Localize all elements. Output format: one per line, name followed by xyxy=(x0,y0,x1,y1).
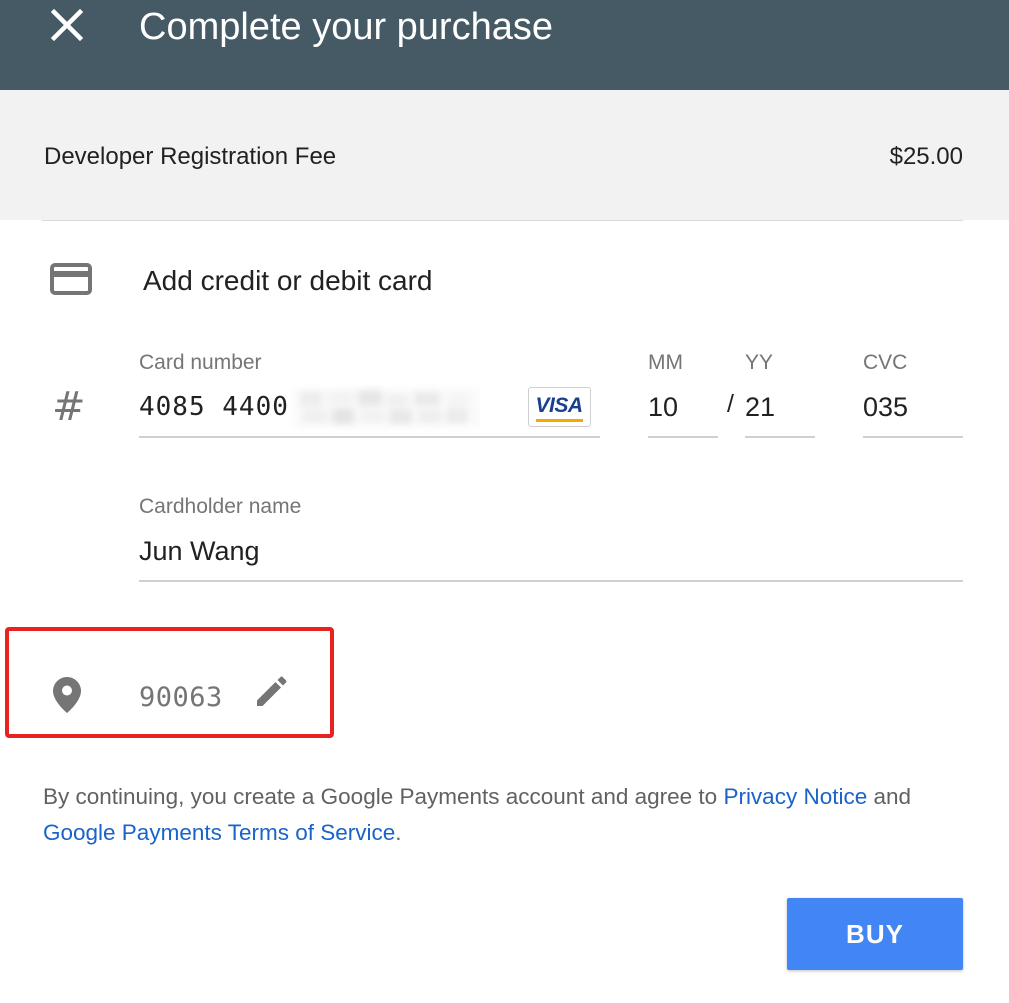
page-title: Complete your purchase xyxy=(139,6,553,48)
cvc-underline xyxy=(863,436,963,438)
visa-stripe xyxy=(536,419,583,422)
visa-logo: VISA xyxy=(528,387,591,427)
card-number-underline xyxy=(139,436,600,438)
privacy-notice-link[interactable]: Privacy Notice xyxy=(723,784,867,809)
expiry-month-input[interactable] xyxy=(648,390,718,424)
card-brand-label: VISA xyxy=(535,394,583,417)
expiry-year-label: YY xyxy=(745,351,774,374)
legal-text: and xyxy=(867,784,912,809)
cardholder-name-underline xyxy=(139,580,963,582)
location-pin-icon xyxy=(51,675,83,715)
close-icon xyxy=(50,8,84,42)
expiry-separator: / xyxy=(727,390,734,418)
cardholder-name-label: Cardholder name xyxy=(139,495,302,518)
buy-button[interactable]: BUY xyxy=(787,898,963,970)
card-number-input[interactable] xyxy=(139,390,289,424)
order-item-price: $25.00 xyxy=(889,143,963,170)
cvc-input[interactable] xyxy=(863,390,963,424)
expiry-year-underline xyxy=(745,436,815,438)
credit-card-icon xyxy=(50,263,92,295)
legal-notice: By continuing, you create a Google Payme… xyxy=(43,779,973,851)
add-card-heading: Add credit or debit card xyxy=(143,265,433,296)
order-item-name: Developer Registration Fee xyxy=(44,143,337,170)
divider xyxy=(42,220,963,221)
legal-text: . xyxy=(395,820,402,845)
cardholder-name-input[interactable] xyxy=(139,534,963,568)
expiry-year-input[interactable] xyxy=(745,390,815,424)
cvc-label: CVC xyxy=(863,351,908,374)
expiry-month-underline xyxy=(648,436,718,438)
expiry-month-label: MM xyxy=(648,351,683,374)
terms-of-service-link[interactable]: Google Payments Terms of Service xyxy=(43,820,395,845)
close-button[interactable] xyxy=(44,2,90,48)
card-number-label: Card number xyxy=(139,351,262,374)
edit-pencil-icon xyxy=(257,676,287,706)
legal-text: By continuing, you create a Google Payme… xyxy=(43,784,724,809)
card-number-redaction xyxy=(288,382,482,432)
postal-code-value: 90063 xyxy=(139,682,223,713)
edit-postal-code-button[interactable] xyxy=(253,672,291,710)
hash-icon: # xyxy=(52,384,86,430)
